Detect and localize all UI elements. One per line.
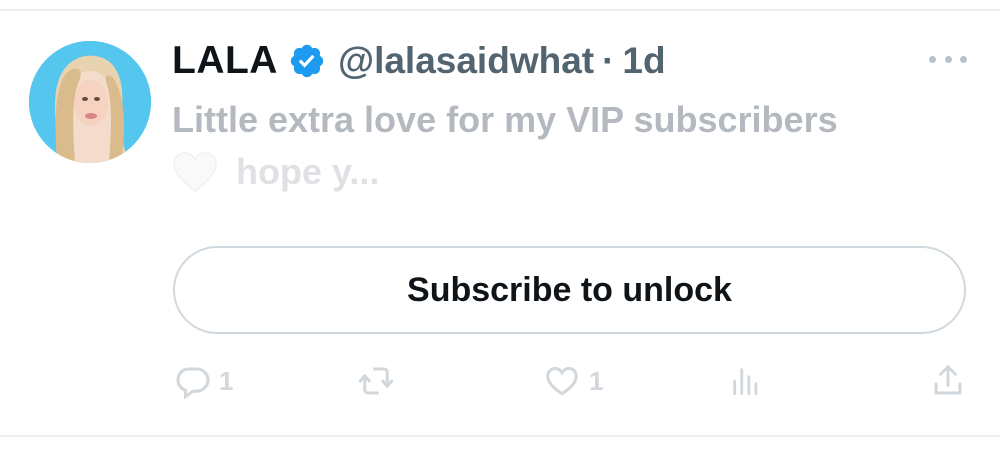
share-icon — [930, 363, 966, 399]
tweet-text-line-2: hope y... — [236, 151, 380, 192]
bottom-divider — [0, 435, 1000, 437]
repost-icon — [357, 363, 395, 399]
more-dot — [944, 55, 952, 63]
tweet-text-line-1: Little extra love for my VIP subscribers — [172, 99, 838, 140]
user-handle[interactable]: @lalasaidwhat — [338, 40, 594, 82]
tweet-text: Little extra love for my VIP subscribers… — [172, 94, 962, 198]
analytics-icon — [729, 363, 763, 399]
like-button[interactable]: 1 — [543, 362, 603, 400]
verified-badge-icon — [288, 42, 326, 80]
tweet-text-line-2-row: hope y... — [172, 146, 962, 198]
repost-button[interactable] — [357, 362, 395, 400]
more-dot — [929, 55, 936, 63]
views-button[interactable] — [729, 362, 763, 400]
white-heart-emoji-icon — [172, 151, 218, 193]
separator-dot: · — [602, 40, 615, 81]
avatar[interactable] — [29, 41, 151, 163]
reply-icon — [175, 363, 211, 399]
timestamp[interactable]: 1d — [622, 40, 665, 82]
display-name[interactable]: LALA — [172, 39, 278, 83]
like-count: 1 — [589, 365, 604, 396]
reply-count: 1 — [219, 365, 234, 396]
subscribe-to-unlock-button[interactable]: Subscribe to unlock — [173, 246, 966, 334]
reply-button[interactable]: 1 — [175, 362, 233, 400]
heart-icon — [543, 363, 581, 399]
top-divider — [0, 9, 1000, 11]
more-options-icon[interactable] — [929, 50, 967, 68]
more-dot — [960, 55, 967, 63]
tweet-header: LALA @lalasaidwhat · 1d — [172, 36, 666, 86]
share-button[interactable] — [930, 362, 966, 400]
